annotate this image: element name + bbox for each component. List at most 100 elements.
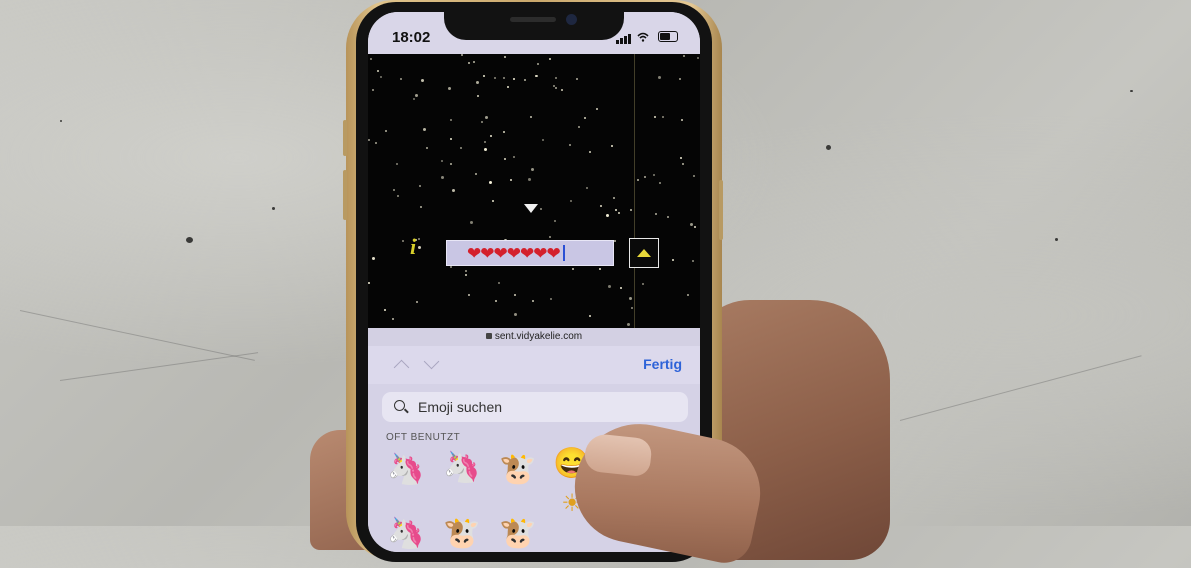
- emoji-key-cow[interactable]: 🐮: [442, 514, 482, 552]
- submit-button[interactable]: [629, 238, 659, 268]
- star: [372, 89, 374, 91]
- star: [504, 56, 506, 58]
- volume-button: [343, 170, 347, 220]
- emoji-key-cow[interactable]: 🐮: [498, 450, 538, 490]
- star: [693, 175, 695, 177]
- star: [618, 212, 620, 214]
- star: [589, 151, 591, 153]
- star: [615, 209, 617, 211]
- star: [441, 176, 444, 179]
- star: [503, 77, 505, 79]
- star: [655, 213, 657, 215]
- star: [504, 158, 506, 160]
- star: [682, 163, 684, 165]
- star: [377, 70, 379, 72]
- emoji-key-unicorn[interactable]: 🦄: [386, 514, 426, 552]
- volume-button: [343, 120, 347, 156]
- emoji-key-unicorn[interactable]: 🦄: [442, 448, 482, 488]
- search-icon: [394, 400, 405, 411]
- star: [614, 240, 616, 242]
- answer-input[interactable]: ❤❤❤❤❤❤❤: [446, 240, 614, 266]
- star: [489, 181, 492, 184]
- info-icon[interactable]: i: [410, 234, 416, 260]
- chevron-down-icon[interactable]: [423, 353, 440, 370]
- star: [637, 179, 639, 181]
- star: [450, 266, 452, 268]
- done-button[interactable]: Fertig: [643, 356, 682, 372]
- star: [654, 116, 656, 118]
- star: [549, 58, 551, 60]
- star: [576, 78, 578, 80]
- star: [380, 76, 382, 78]
- star: [596, 108, 598, 110]
- url-bar[interactable]: sent.vidyakelie.com: [368, 328, 700, 346]
- star: [530, 116, 532, 118]
- emoji-search-field[interactable]: Emoji suchen: [382, 392, 688, 422]
- star: [423, 128, 426, 131]
- star: [402, 240, 404, 242]
- star: [553, 85, 555, 87]
- floor-speck: [186, 237, 193, 243]
- star: [642, 283, 644, 285]
- front-camera: [566, 14, 577, 25]
- star: [494, 77, 496, 79]
- submit-arrow-icon: [637, 249, 651, 257]
- text-caret: [562, 245, 565, 261]
- star: [492, 200, 494, 202]
- star: [531, 168, 534, 171]
- star: [589, 315, 591, 317]
- star: [680, 157, 682, 159]
- star: [584, 117, 586, 119]
- star: [681, 119, 683, 121]
- star: [368, 282, 370, 284]
- url-text: sent.vidyakelie.com: [494, 331, 583, 342]
- star: [468, 62, 470, 64]
- star: [659, 182, 661, 184]
- star: [528, 178, 531, 181]
- wifi-icon: [637, 32, 649, 42]
- star: [420, 206, 422, 208]
- star: [484, 148, 487, 151]
- star: [460, 147, 462, 149]
- star: [448, 87, 451, 90]
- star: [476, 81, 479, 84]
- star: [542, 139, 544, 141]
- star: [608, 285, 611, 288]
- star: [481, 121, 483, 123]
- star: [413, 98, 415, 100]
- star: [613, 197, 615, 199]
- star: [653, 174, 655, 176]
- star: [620, 287, 622, 289]
- star: [477, 95, 479, 97]
- star: [426, 147, 428, 149]
- keyboard-toolbar: Fertig: [368, 346, 700, 384]
- game-canvas[interactable]: i ❤❤❤❤❤❤❤: [368, 54, 700, 328]
- star: [441, 160, 443, 162]
- star: [507, 86, 509, 88]
- floor-crack: [59, 352, 259, 381]
- star: [687, 294, 689, 296]
- star: [532, 300, 534, 302]
- star: [606, 214, 609, 217]
- star: [392, 318, 394, 320]
- star: [631, 307, 633, 309]
- star: [370, 58, 372, 60]
- star: [495, 300, 497, 302]
- status-icons: [615, 28, 678, 45]
- star: [461, 54, 463, 56]
- star: [418, 238, 420, 240]
- star: [418, 246, 421, 249]
- star: [554, 220, 556, 222]
- star: [683, 55, 685, 57]
- star: [396, 163, 398, 165]
- floor-speck: [60, 120, 62, 122]
- star: [513, 156, 515, 158]
- chevron-up-icon[interactable]: [393, 359, 410, 376]
- floor-crack: [19, 310, 255, 361]
- star: [452, 189, 455, 192]
- star: [475, 173, 477, 175]
- star: [450, 163, 452, 165]
- star: [550, 298, 552, 300]
- emoji-key-cow[interactable]: 🐮: [498, 514, 538, 552]
- emoji-key-unicorn[interactable]: 🦄: [386, 450, 426, 490]
